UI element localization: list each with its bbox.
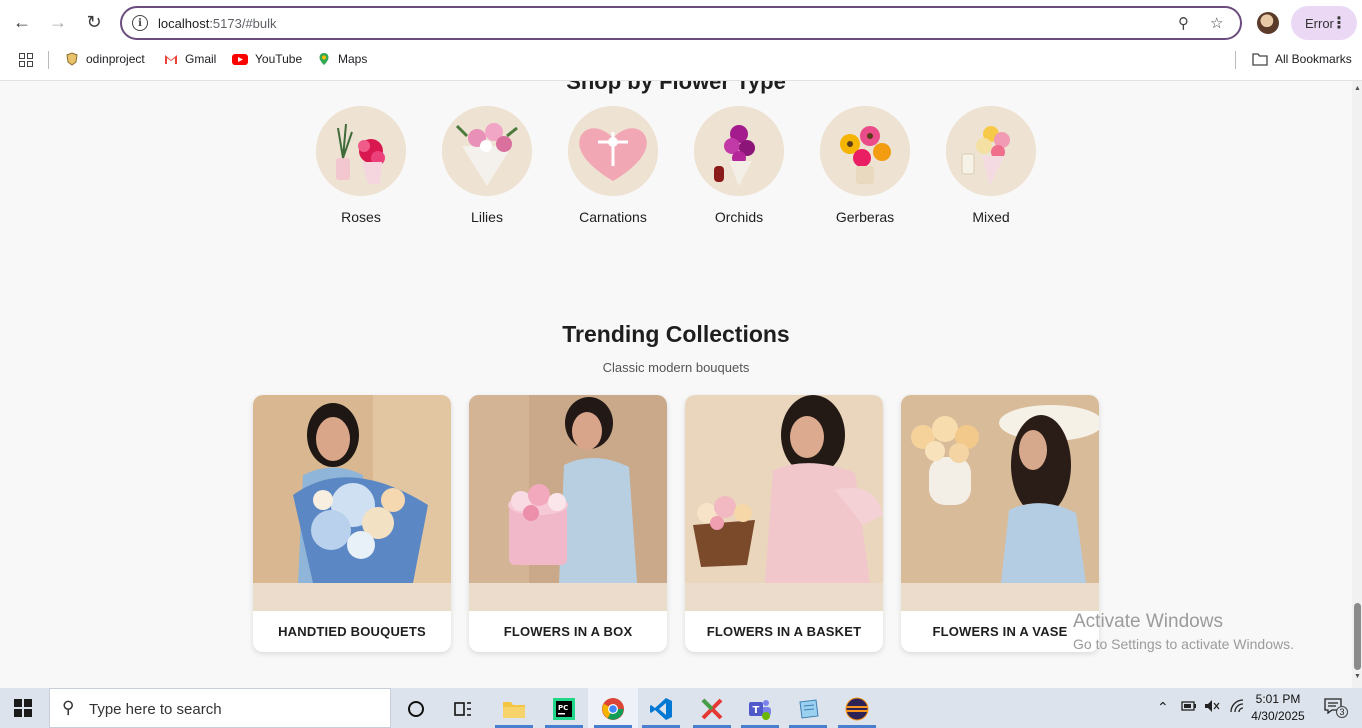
flower-type-lilies[interactable]: Lilies (442, 106, 532, 225)
flower-type-gerberas[interactable]: Gerberas (820, 106, 910, 225)
scrollbar-thumb[interactable] (1354, 603, 1361, 670)
collection-caption: FLOWERS IN A BASKET (706, 624, 862, 639)
task-view-icon[interactable] (450, 696, 476, 722)
site-info-icon[interactable]: i (132, 15, 148, 31)
eclipse-icon[interactable] (844, 696, 870, 722)
flowers-in-a-basket-image (685, 395, 883, 583)
reload-icon[interactable]: ↻ (80, 8, 108, 36)
bookmarks-separator (48, 51, 49, 69)
flower-types-heading: Shop by Flower Type (566, 81, 786, 94)
cortana-icon[interactable] (403, 696, 429, 722)
card-band (253, 583, 451, 611)
collection-card-basket[interactable]: FLOWERS IN A BASKET (685, 395, 883, 652)
flowers-in-a-vase-image (901, 395, 1099, 583)
search-icon: ⚲ (62, 698, 75, 717)
flower-type-carnations[interactable]: Carnations (568, 106, 658, 225)
browser-toolbar: ← → ↻ i localhost:5173/#bulk ⚲ ☆ Error ⋮… (0, 0, 1362, 81)
bookmark-youtube[interactable]: YouTube (232, 52, 302, 66)
system-clock[interactable]: 5:01 PM 4/30/2025 (1248, 691, 1308, 725)
handtied-bouquets-image (253, 395, 451, 583)
card-band (901, 583, 1099, 611)
roses-image (316, 106, 406, 196)
taskbar-search-box[interactable]: ⚲ Type here to search (49, 688, 391, 728)
windows-start-icon[interactable] (14, 699, 32, 717)
card-band (469, 583, 667, 611)
wifi-icon[interactable] (1229, 699, 1245, 716)
notification-badge: 3 (1336, 706, 1348, 718)
notepad-app-icon[interactable] (795, 696, 821, 722)
activate-windows-watermark: Activate Windows Go to Settings to activ… (1073, 611, 1294, 652)
svg-text:T: T (753, 705, 760, 716)
carnations-image (568, 106, 658, 196)
page-content: Shop by Flower Type Roses Lilies Carnati… (0, 81, 1352, 688)
collection-caption: HANDTIED BOUQUETS (278, 624, 426, 639)
vscode-icon[interactable] (648, 696, 674, 722)
bookmark-gmail[interactable]: Gmail (164, 52, 216, 66)
all-bookmarks-button[interactable]: All Bookmarks (1252, 52, 1352, 66)
collection-caption: FLOWERS IN A VASE (932, 624, 1068, 639)
orchids-image (694, 106, 784, 196)
notification-center-icon[interactable]: 3 (1324, 698, 1348, 719)
mixed-image (946, 106, 1036, 196)
gmail-icon (165, 55, 177, 64)
volume-muted-icon[interactable] (1204, 699, 1220, 716)
flower-type-orchids[interactable]: Orchids (694, 106, 784, 225)
file-explorer-icon[interactable] (501, 696, 527, 722)
scroll-down-icon[interactable]: ▼ (1354, 673, 1361, 680)
page-scrollbar[interactable]: ▲ ▼ (1352, 81, 1362, 688)
profile-error-button[interactable]: Error ⋮ (1291, 6, 1357, 40)
forward-icon[interactable]: → (44, 8, 72, 36)
youtube-icon (232, 54, 248, 65)
back-icon[interactable]: ← (8, 8, 36, 36)
svg-text:PC: PC (558, 704, 568, 712)
collection-caption: FLOWERS IN A BOX (503, 624, 633, 639)
collection-card-box[interactable]: FLOWERS IN A BOX (469, 395, 667, 652)
folder-icon (1252, 53, 1268, 66)
apps-grid-icon[interactable] (19, 53, 33, 67)
bookmark-maps[interactable]: Maps (317, 52, 367, 66)
profile-avatar[interactable] (1257, 12, 1279, 34)
address-bar[interactable]: i localhost:5173/#bulk ⚲ ☆ (120, 6, 1242, 40)
gerberas-image (820, 106, 910, 196)
flower-type-mixed[interactable]: Mixed (946, 106, 1036, 225)
bookmark-odinproject[interactable]: odinproject (65, 52, 145, 66)
trending-subtitle: Classic modern bouquets (602, 360, 750, 375)
show-hidden-icons[interactable]: ⌃ (1157, 699, 1169, 716)
trending-heading: Trending Collections (562, 321, 790, 347)
bookmarks-bar: odinproject Gmail YouTube Maps All Bookm… (0, 48, 1362, 72)
card-band (685, 583, 883, 611)
odinproject-icon (66, 52, 78, 66)
flowers-in-a-box-image (469, 395, 667, 583)
flower-types-row: Roses Lilies Carnations Orchids Gerberas (316, 106, 1056, 236)
url-text[interactable]: localhost:5173/#bulk (158, 16, 277, 31)
xming-icon[interactable] (699, 696, 725, 722)
zoom-icon[interactable]: ⚲ (1178, 14, 1189, 32)
collection-card-handtied[interactable]: HANDTIED BOUQUETS (253, 395, 451, 652)
lilies-image (442, 106, 532, 196)
menu-icon[interactable]: ⋮ (1331, 13, 1347, 33)
chrome-icon[interactable] (600, 696, 626, 722)
collection-card-vase[interactable]: FLOWERS IN A VASE (901, 395, 1099, 652)
bookmark-star-icon[interactable]: ☆ (1210, 14, 1223, 32)
search-placeholder: Type here to search (89, 701, 222, 718)
windows-taskbar: ⚲ Type here to search PC T ⌃ 5:01 PM 4/3… (0, 688, 1362, 728)
teams-icon[interactable]: T (747, 696, 773, 722)
maps-pin-icon (319, 53, 329, 65)
scroll-up-icon[interactable]: ▲ (1354, 85, 1361, 92)
flower-type-roses[interactable]: Roses (316, 106, 406, 225)
bookmarks-separator-right (1235, 51, 1236, 69)
battery-icon[interactable] (1181, 699, 1197, 715)
pycharm-icon[interactable]: PC (551, 696, 577, 722)
